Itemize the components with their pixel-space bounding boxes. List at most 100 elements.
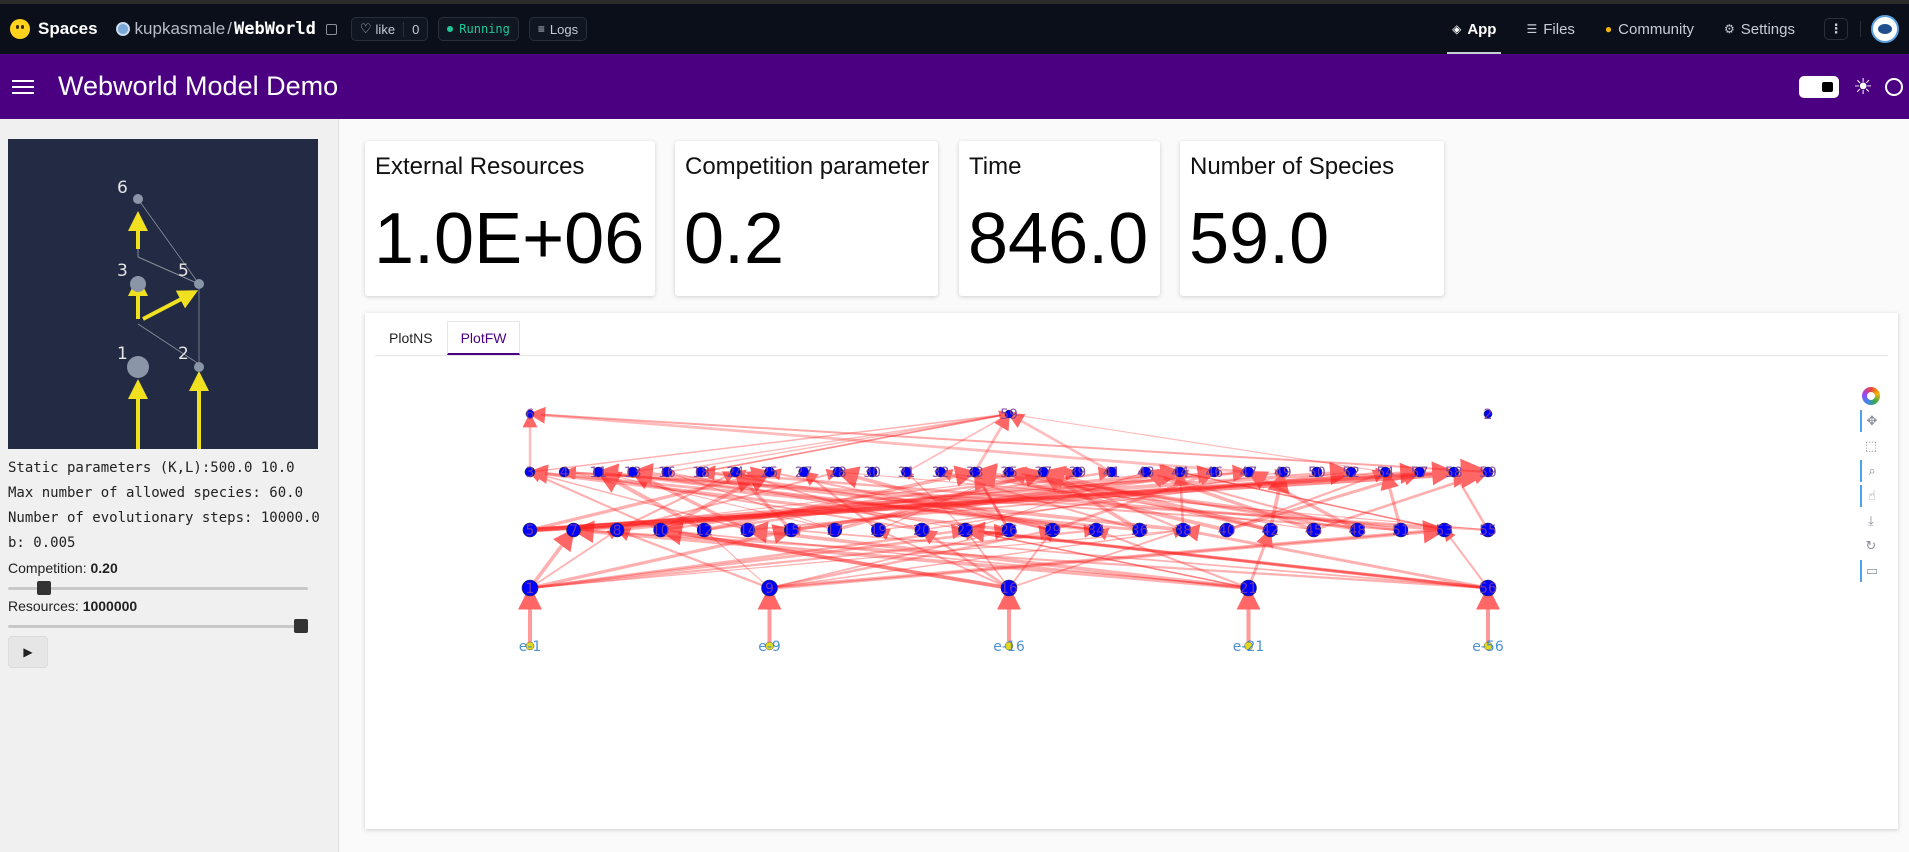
play-icon: ▶ bbox=[23, 645, 33, 659]
tab-plotns[interactable]: PlotNS bbox=[375, 321, 447, 355]
play-button[interactable]: ▶ bbox=[8, 636, 48, 668]
node-label: 56 bbox=[1479, 581, 1497, 597]
node-label: 52 bbox=[1342, 465, 1360, 481]
node-label: 21 bbox=[1240, 581, 1258, 597]
b-param-text: b: 0.005 bbox=[8, 535, 76, 551]
node-label: e-16 bbox=[993, 639, 1025, 655]
node-label: 5 bbox=[526, 523, 535, 539]
metric-value: 1.0E+06 bbox=[374, 199, 645, 279]
max-species-text: Max number of allowed species: 60.0 bbox=[8, 485, 304, 501]
files-icon: ☰ bbox=[1526, 22, 1538, 36]
circle-icon[interactable] bbox=[1885, 77, 1903, 96]
foodweb-network-plot[interactable]: e-1 e-9 e-16 e-21 e-561 9 16 21 565 7 8 10 12 14 15 17 1… bbox=[365, 363, 1898, 823]
node-label: 17 bbox=[826, 523, 844, 539]
node-label: 40 bbox=[1218, 523, 1236, 539]
node-label: e-21 bbox=[1233, 639, 1264, 655]
nav-app-label: App bbox=[1467, 20, 1497, 38]
node-label: 51 bbox=[1392, 523, 1410, 539]
save-icon[interactable]: ⤓ bbox=[1860, 510, 1882, 532]
pan-icon[interactable]: ✥ bbox=[1860, 410, 1882, 432]
node-label: 53 bbox=[1436, 523, 1454, 539]
thumbnail-graph: 6 3 5 1 2 bbox=[117, 178, 209, 449]
node-label: 46 bbox=[1205, 465, 1223, 481]
hamburger-menu-icon[interactable] bbox=[12, 76, 34, 98]
metric-card-resources: External Resources 1.0E+06 bbox=[365, 141, 655, 296]
box-zoom-icon[interactable]: ⬚ bbox=[1860, 435, 1882, 457]
like-button[interactable]: ♡ like 0 bbox=[350, 17, 429, 41]
user-avatar[interactable] bbox=[1871, 15, 1899, 43]
nav-files-label: Files bbox=[1543, 20, 1575, 38]
sun-icon[interactable]: ☀ bbox=[1853, 74, 1873, 100]
app-header: Webworld Model Demo ☀ bbox=[0, 54, 1909, 119]
resources-slider-handle[interactable] bbox=[294, 619, 308, 633]
tap-icon[interactable]: ☝ bbox=[1860, 485, 1882, 507]
node-label: 39 bbox=[1069, 465, 1087, 481]
repo-owner-link[interactable]: kupkasmale bbox=[135, 19, 226, 39]
node-label: 48 bbox=[1348, 523, 1366, 539]
theme-toggle[interactable] bbox=[1799, 75, 1840, 98]
node-label: 31 bbox=[897, 465, 915, 481]
node-label: 28 bbox=[829, 465, 847, 481]
node-label: 44 bbox=[1171, 465, 1189, 481]
node-label: 6 bbox=[526, 407, 535, 423]
metric-value: 59.0 bbox=[1189, 199, 1330, 279]
like-count: 0 bbox=[403, 21, 419, 37]
node-label: 30 bbox=[863, 465, 881, 481]
competition-label: Competition: 0.20 bbox=[8, 560, 118, 576]
nav-community[interactable]: ● Community bbox=[1590, 4, 1709, 54]
node-label: 19 bbox=[869, 523, 887, 539]
tab-plotfw[interactable]: PlotFW bbox=[446, 321, 521, 355]
spaces-link[interactable]: Spaces bbox=[38, 19, 98, 39]
resources-value: 1000000 bbox=[82, 598, 138, 614]
competition-value: 0.20 bbox=[90, 560, 118, 576]
divider bbox=[1860, 21, 1861, 37]
node-label: 26 bbox=[1000, 523, 1018, 539]
logs-icon: ≡ bbox=[537, 22, 545, 36]
node-label: 57 bbox=[1411, 465, 1429, 481]
metric-card-competition: Competition parameter 0.2 bbox=[675, 141, 938, 296]
node-label: 45 bbox=[1305, 523, 1323, 539]
metric-title: External Resources bbox=[375, 153, 585, 180]
competition-slider[interactable] bbox=[8, 581, 308, 595]
node-label: 55 bbox=[1479, 523, 1497, 539]
thumb-node-label: 1 bbox=[117, 344, 128, 364]
node-label: 15 bbox=[782, 523, 800, 539]
thumb-node-label: 2 bbox=[178, 344, 189, 364]
node-label: 29 bbox=[1044, 523, 1062, 539]
node-label: 4 bbox=[560, 465, 569, 481]
theme-controls: ☀ bbox=[1799, 74, 1903, 100]
node-label: 11 bbox=[590, 465, 608, 481]
sidebar: 6 3 5 1 2 Static parameters (K,L):500.0 … bbox=[0, 119, 339, 852]
plot-panel: PlotNS PlotFW e-1 e-9 e-16 e-21 e-56 1 9 16 21 56… bbox=[365, 313, 1898, 829]
node-label: 49 bbox=[1274, 465, 1292, 481]
node-label: e-9 bbox=[758, 639, 781, 655]
hover-icon[interactable]: ▭ bbox=[1860, 560, 1882, 582]
nav-files[interactable]: ☰ Files bbox=[1511, 4, 1589, 54]
resources-slider[interactable] bbox=[8, 619, 308, 633]
node-label: 16 bbox=[1000, 581, 1018, 597]
node-label: 20 bbox=[913, 523, 931, 539]
copy-icon[interactable] bbox=[325, 23, 337, 35]
thumb-node-label: 3 bbox=[117, 261, 128, 281]
logs-button[interactable]: ≡ Logs bbox=[528, 17, 588, 41]
bokeh-logo-icon[interactable] bbox=[1860, 385, 1882, 407]
node-label: 27 bbox=[795, 465, 813, 481]
node-label: 8 bbox=[613, 523, 622, 539]
node-label: 24 bbox=[726, 465, 744, 481]
like-label: like bbox=[375, 21, 396, 37]
status-text: Running bbox=[459, 22, 510, 36]
nav-settings-label: Settings bbox=[1740, 20, 1795, 38]
node-label: 3 bbox=[526, 465, 535, 481]
huggingface-logo-icon[interactable] bbox=[10, 19, 30, 39]
nav-app[interactable]: ◈ App bbox=[1437, 4, 1511, 54]
node-label: 54 bbox=[1376, 465, 1394, 481]
wheel-zoom-icon[interactable]: ⌕ bbox=[1860, 460, 1882, 482]
competition-slider-handle[interactable] bbox=[36, 581, 51, 595]
nav-settings[interactable]: ⚙ Settings bbox=[1709, 4, 1810, 54]
node-label: 36 bbox=[1131, 523, 1149, 539]
more-options-icon[interactable]: ⋮ bbox=[1824, 18, 1848, 40]
node-label: 59 bbox=[1479, 465, 1497, 481]
reset-icon[interactable]: ↻ bbox=[1860, 535, 1882, 557]
repo-name-link[interactable]: WebWorld bbox=[234, 19, 316, 39]
node-label: 32 bbox=[932, 465, 950, 481]
